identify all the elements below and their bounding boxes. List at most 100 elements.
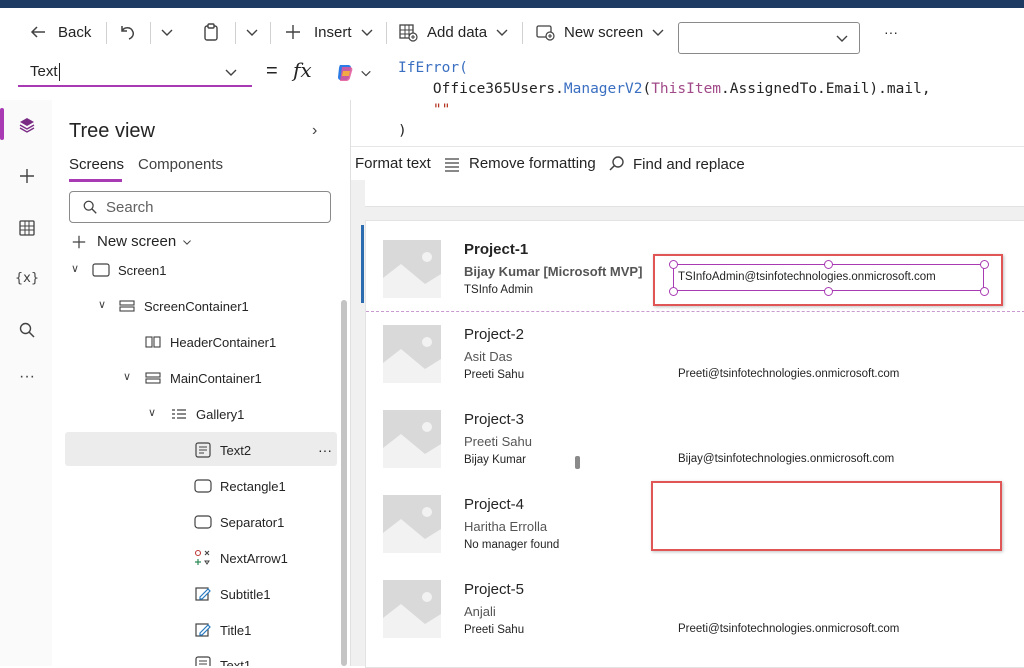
image-icon <box>383 252 441 298</box>
remove-formatting-button[interactable]: Remove formatting <box>443 155 596 172</box>
node-more-options-button[interactable]: ··· <box>318 442 332 458</box>
data-rail-button[interactable] <box>16 217 38 239</box>
gallery-item[interactable]: Project-3 Preeti Sahu Bijay Kumar Bijay@… <box>366 391 1024 476</box>
layers-icon <box>19 118 35 133</box>
gallery[interactable]: Project-1 Bijay Kumar [Microsoft MVP] TS… <box>361 220 1024 668</box>
copilot-icon <box>338 65 353 81</box>
item-manager: TSInfo Admin <box>464 284 534 296</box>
gallery-item[interactable]: Project-5 Anjali Preeti Sahu Preeti@tsin… <box>366 561 1024 646</box>
copilot-button[interactable] <box>334 62 372 84</box>
left-rail: {x} ··· <box>0 100 53 666</box>
tree-node-gallery1[interactable]: Gallery1 <box>170 396 244 432</box>
collapse-chevron-icon[interactable]: ∨ <box>123 370 131 383</box>
image-icon <box>383 592 441 638</box>
add-data-label: Add data <box>427 23 488 41</box>
tree-node-screencontainer1[interactable]: ScreenContainer1 <box>118 288 249 324</box>
layers-button[interactable] <box>16 114 38 136</box>
formula-line-3: "" <box>398 102 451 118</box>
formula-line-4: ) <box>398 123 407 139</box>
collapse-chevron-icon[interactable]: ∨ <box>71 262 79 275</box>
tree-node-label: Text1 <box>220 658 252 666</box>
search-rail-button[interactable] <box>16 319 38 341</box>
horizontal-container-icon <box>145 336 161 348</box>
chevron-right-icon: › <box>312 122 318 139</box>
text-icon <box>195 656 211 666</box>
add-data-button[interactable]: Add data <box>398 20 509 44</box>
screen-dropdown[interactable] <box>678 22 860 54</box>
image-icon <box>383 337 441 383</box>
property-dropdown[interactable]: Text <box>18 57 252 87</box>
item-email: Preeti@tsinfotechnologies.onmicrosoft.co… <box>678 623 900 635</box>
tree-node-maincontainer1[interactable]: MainContainer1 <box>144 360 262 396</box>
clipboard-icon <box>204 23 218 41</box>
insert-button[interactable]: Insert <box>284 20 374 44</box>
variables-button[interactable]: {x} <box>14 267 40 289</box>
gallery-item[interactable]: Project-4 Haritha Errolla No manager fou… <box>366 476 1024 561</box>
gallery-item[interactable]: Project-2 Asit Das Preeti Sahu Preeti@ts… <box>366 306 1024 391</box>
tree-view-panel: Tree view › Screens Components Search Ne… <box>52 100 351 666</box>
tree-node-title1[interactable]: Title1 <box>194 612 251 648</box>
gallery-item[interactable]: Project-1 Bijay Kumar [Microsoft MVP] TS… <box>361 221 1024 312</box>
plus-icon <box>286 25 300 39</box>
image-placeholder <box>383 495 441 553</box>
item-subtitle: Haritha Errolla <box>464 519 548 534</box>
tree-node-label: HeaderContainer1 <box>170 334 277 350</box>
tab-screens[interactable]: Screens <box>69 156 124 173</box>
item-title: Project-5 <box>464 581 525 598</box>
variables-icon: {x} <box>14 270 40 286</box>
ellipsis-icon: ··· <box>19 368 35 385</box>
tab-components[interactable]: Components <box>138 156 223 173</box>
tree-node-label: Gallery1 <box>196 406 245 422</box>
tree-node-separator1[interactable]: Separator1 <box>194 504 284 540</box>
tree-search-input[interactable]: Search <box>69 191 331 223</box>
tree-node-rectangle1[interactable]: Rectangle1 <box>194 468 286 504</box>
label-edit-icon <box>195 587 211 601</box>
find-replace-button[interactable]: Find and replace <box>608 155 745 173</box>
text-cursor <box>59 63 60 81</box>
tree-node-subtitle1[interactable]: Subtitle1 <box>194 576 271 612</box>
format-bar: Format text Remove formatting Find and r… <box>322 146 1024 181</box>
divider <box>150 22 151 44</box>
item-email: Preeti@tsinfotechnologies.onmicrosoft.co… <box>678 368 900 380</box>
tree-node-screen1[interactable]: Screen1 <box>92 252 166 288</box>
search-icon <box>19 322 35 338</box>
screen-icon <box>92 263 110 277</box>
new-screen-tree-button[interactable]: New screen <box>71 233 192 250</box>
equals-sign: = <box>266 60 278 82</box>
item-subtitle: Anjali <box>464 604 496 619</box>
tree-node-text1[interactable]: Text1 <box>194 648 251 666</box>
new-screen-tree-label: New screen <box>97 233 177 250</box>
title-strip <box>0 0 1024 8</box>
formula-editor[interactable]: IfError( Office365Users.ManagerV2(ThisIt… <box>322 54 1024 146</box>
more-commands-button[interactable]: ··· <box>884 20 898 44</box>
item-subtitle: Preeti Sahu <box>464 434 532 449</box>
tree-node-nextarrow1[interactable]: NextArrow1 <box>194 540 288 576</box>
insert-rail-button[interactable] <box>16 165 38 187</box>
collapse-chevron-icon[interactable]: ∨ <box>98 298 106 311</box>
undo-button[interactable] <box>117 20 137 44</box>
new-screen-button[interactable]: New screen <box>535 20 665 44</box>
paste-menu-chevron[interactable] <box>245 20 259 44</box>
search-placeholder: Search <box>106 199 154 216</box>
image-placeholder <box>383 325 441 383</box>
more-rail-button[interactable]: ··· <box>16 366 38 388</box>
tree-node-text2[interactable]: Text2 <box>194 432 251 468</box>
close-panel-button[interactable]: › <box>312 122 317 140</box>
collapse-chevron-icon[interactable]: ∨ <box>148 406 156 419</box>
gallery-scrollbar-thumb[interactable] <box>575 456 580 469</box>
divider <box>386 22 387 44</box>
tree-node-label: MainContainer1 <box>170 370 262 386</box>
tree-node-headercontainer1[interactable]: HeaderContainer1 <box>144 324 276 360</box>
tree-node-label: Text2 <box>220 442 252 458</box>
tree-node-label: ScreenContainer1 <box>144 298 249 314</box>
undo-menu-chevron[interactable] <box>160 20 174 44</box>
tree-view-title: Tree view <box>69 120 155 142</box>
paste-button[interactable] <box>201 20 221 44</box>
format-text-label: Format text <box>355 155 431 172</box>
chevron-down-icon <box>652 29 664 36</box>
plus-icon <box>72 235 86 248</box>
item-title: Project-4 <box>464 496 525 513</box>
tree-scrollbar[interactable] <box>341 300 347 666</box>
back-button[interactable]: Back <box>28 20 91 44</box>
chevron-down-icon <box>836 35 848 42</box>
